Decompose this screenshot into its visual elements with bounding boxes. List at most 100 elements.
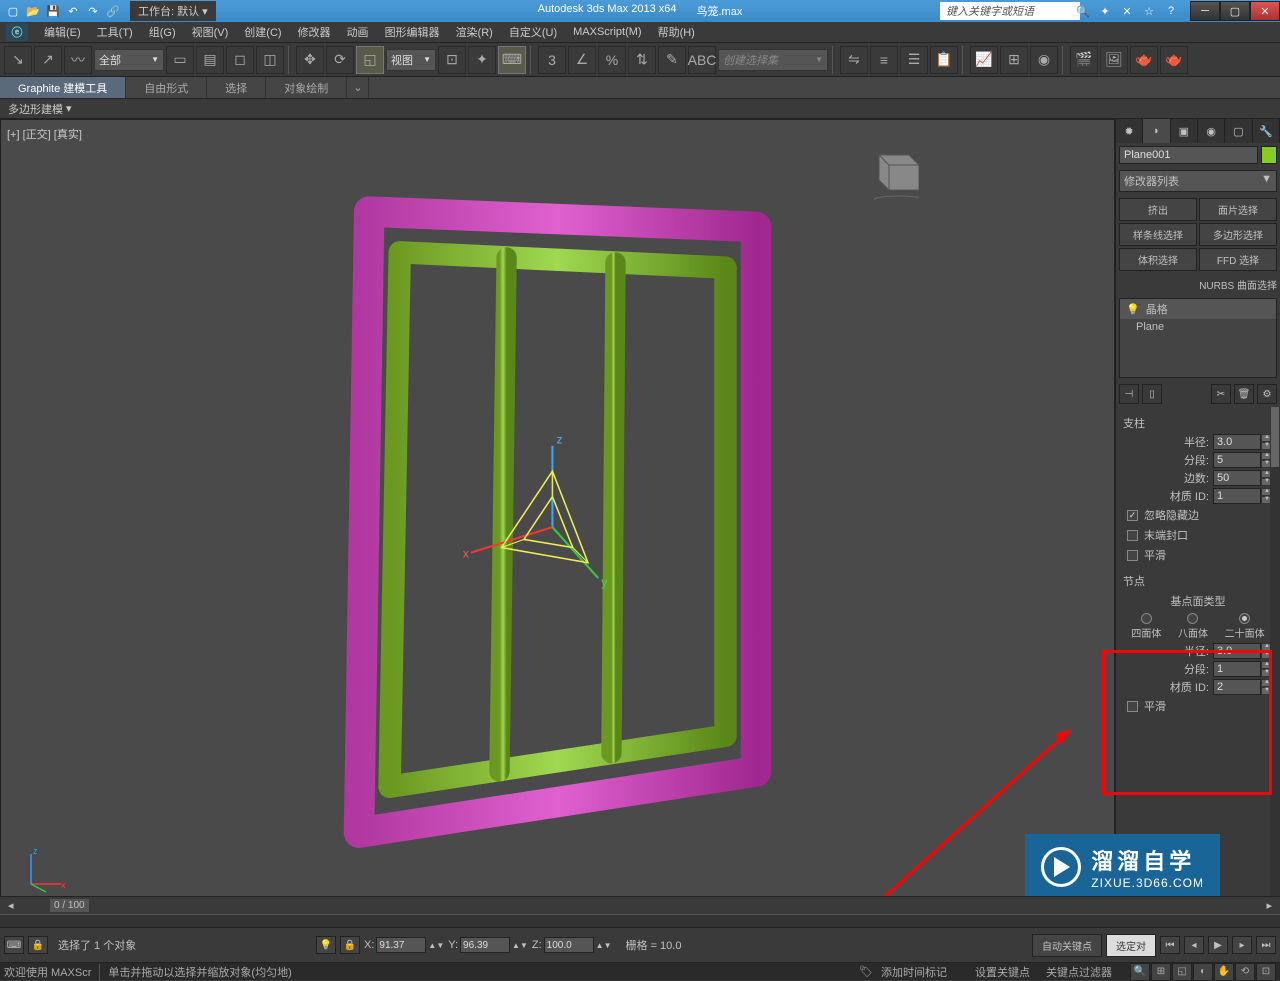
scale-icon[interactable]: ◱ [356, 46, 384, 74]
close-button[interactable]: ✕ [1250, 1, 1280, 21]
selection-filter-dropdown[interactable]: 全部▼ [94, 49, 164, 71]
object-color-swatch[interactable] [1261, 146, 1277, 164]
maximize-button[interactable]: ▢ [1220, 1, 1250, 21]
mod-btn-poly[interactable]: 多边形选择 [1199, 223, 1277, 246]
strut-radius-spinner[interactable]: ▲▼ [1213, 434, 1273, 450]
render-frame-icon[interactable]: 🖼 [1100, 46, 1128, 74]
new-icon[interactable]: ▢ [4, 2, 22, 20]
angle-snap-icon[interactable]: ∠ [568, 46, 596, 74]
menu-graph[interactable]: 图形编辑器 [377, 21, 448, 43]
ignore-hidden-checkbox[interactable]: ✓ [1127, 510, 1138, 521]
select-link-icon[interactable]: ↘ [4, 46, 32, 74]
zoom-ext-icon[interactable]: ◱ [1172, 963, 1192, 981]
lock-sel-icon[interactable]: 🔒 [340, 936, 360, 954]
bind-icon[interactable]: 〰 [64, 46, 92, 74]
motion-tab-icon[interactable]: ◉ [1198, 119, 1225, 143]
mod-btn-spline[interactable]: 样条线选择 [1119, 223, 1197, 246]
menu-customize[interactable]: 自定义(U) [501, 21, 565, 43]
hierarchy-tab-icon[interactable]: ▣ [1171, 119, 1198, 143]
joint-radius-spinner[interactable]: ▲▼ [1213, 643, 1273, 659]
end-caps-checkbox[interactable] [1127, 530, 1138, 541]
mod-btn-nurbs[interactable]: NURBS 曲面选择 [1116, 274, 1280, 295]
menu-modifiers[interactable]: 修改器 [290, 21, 339, 43]
remove-mod-icon[interactable]: 🗑 [1234, 384, 1254, 404]
pin-stack-icon[interactable]: ⊣ [1119, 384, 1139, 404]
workspace-dropdown[interactable]: 工作台: 默认 ▾ [130, 1, 216, 21]
script-btn[interactable]: ⌨ [4, 936, 24, 954]
viewport[interactable]: [+] [正交] [真实] x y z [0, 119, 1115, 915]
percent-snap-icon[interactable]: % [598, 46, 626, 74]
lock-btn[interactable]: 🔒 [28, 936, 48, 954]
display-tab-icon[interactable]: ▢ [1225, 119, 1252, 143]
icosa-radio[interactable] [1239, 613, 1250, 624]
render-setup-icon[interactable]: 🎬 [1070, 46, 1098, 74]
track-bar[interactable] [0, 914, 1280, 928]
named-selection-dropdown[interactable]: 创建选择集▼ [718, 49, 828, 71]
goto-start-icon[interactable]: ⏮ [1160, 936, 1180, 954]
joint-matid-spinner[interactable]: ▲▼ [1213, 679, 1273, 695]
lightbulb-icon[interactable]: 💡 [1126, 303, 1140, 316]
marker-icon[interactable]: 🏷 [859, 965, 873, 978]
modifier-stack[interactable]: 💡晶格 Plane [1119, 298, 1277, 378]
play-anim-icon[interactable]: ▶ [1208, 936, 1228, 954]
spinner-snap-icon[interactable]: ⇅ [628, 46, 656, 74]
snap-toggle-icon[interactable]: 3 [538, 46, 566, 74]
joint-segs-spinner[interactable]: ▲▼ [1213, 661, 1273, 677]
ribbon-tab-freeform[interactable]: 自由形式 [126, 77, 207, 98]
menu-edit[interactable]: 编辑(E) [36, 21, 89, 43]
manipulate-icon[interactable]: ✦ [468, 46, 496, 74]
exchange-icon[interactable]: ✕ [1118, 2, 1136, 20]
pan-icon[interactable]: ✋ [1214, 963, 1234, 981]
select-object-icon[interactable]: ▭ [166, 46, 194, 74]
rotate-icon[interactable]: ⟳ [326, 46, 354, 74]
window-crossing-icon[interactable]: ◫ [256, 46, 284, 74]
menu-help[interactable]: 帮助(H) [650, 21, 703, 43]
menu-create[interactable]: 创建(C) [236, 21, 289, 43]
coord-z-input[interactable] [544, 937, 594, 953]
redo-icon[interactable]: ↷ [84, 2, 102, 20]
menu-maxscript[interactable]: MAXScript(M) [565, 23, 649, 41]
zoom-all-icon[interactable]: ⊞ [1151, 963, 1171, 981]
minimize-button[interactable]: ─ [1190, 1, 1220, 21]
edit-named-sel-icon[interactable]: ✎ [658, 46, 686, 74]
mod-btn-ffd[interactable]: FFD 选择 [1199, 248, 1277, 271]
utilities-tab-icon[interactable]: 🔧 [1253, 119, 1280, 143]
menu-render[interactable]: 渲染(R) [448, 21, 501, 43]
time-slider[interactable]: ◂ 0 / 100 ▸ [0, 896, 1280, 914]
ribbon-tab-selection[interactable]: 选择 [207, 77, 266, 98]
ribbon-tab-paint[interactable]: 对象绘制 [266, 77, 347, 98]
isolate-icon[interactable]: 💡 [316, 936, 336, 954]
ribbon-tab-graphite[interactable]: Graphite 建模工具 [0, 77, 126, 98]
ribbon-expand-icon[interactable]: ⌄ [347, 77, 369, 98]
modifier-list-dropdown[interactable]: 修改器列表▼ [1119, 170, 1277, 192]
subscription-icon[interactable]: ✦ [1096, 2, 1114, 20]
app-menu-icon[interactable]: ⓔ [6, 23, 28, 41]
star-icon[interactable]: ☆ [1140, 2, 1158, 20]
strut-smooth-checkbox[interactable] [1127, 550, 1138, 561]
material-editor-icon[interactable]: ◉ [1030, 46, 1058, 74]
search-icon[interactable]: 🔍 [1074, 2, 1092, 20]
setkey-button[interactable]: 设置关键点 [975, 964, 1030, 980]
named-sel-icon[interactable]: ABC [688, 46, 716, 74]
mirror-icon[interactable]: ⇋ [840, 46, 868, 74]
coord-x-input[interactable] [376, 937, 426, 953]
zoom-icon[interactable]: 🔍 [1130, 963, 1150, 981]
autokey-button[interactable]: 自动关键点 [1032, 934, 1102, 957]
configure-icon[interactable]: ⚙ [1257, 384, 1277, 404]
make-unique-icon[interactable]: ✂ [1211, 384, 1231, 404]
prev-frame-icon[interactable]: ◂ [1184, 936, 1204, 954]
show-end-icon[interactable]: ▯ [1142, 384, 1162, 404]
rollout-scrollbar[interactable] [1270, 407, 1280, 915]
add-marker-label[interactable]: 添加时间标记 [881, 964, 947, 980]
mod-btn-vol[interactable]: 体积选择 [1119, 248, 1197, 271]
keyfilter-button[interactable]: 关键点过滤器 [1046, 964, 1112, 980]
mod-btn-patch[interactable]: 面片选择 [1199, 198, 1277, 221]
octa-radio[interactable] [1187, 613, 1198, 624]
align-icon[interactable]: ≡ [870, 46, 898, 74]
tetra-radio[interactable] [1141, 613, 1152, 624]
goto-end-icon[interactable]: ⏭ [1256, 936, 1276, 954]
unlink-icon[interactable]: ↗ [34, 46, 62, 74]
layer-manager-icon[interactable]: 📋 [930, 46, 958, 74]
next-frame-icon[interactable]: ▸ [1232, 936, 1252, 954]
object-name-input[interactable]: Plane001 [1119, 146, 1258, 164]
